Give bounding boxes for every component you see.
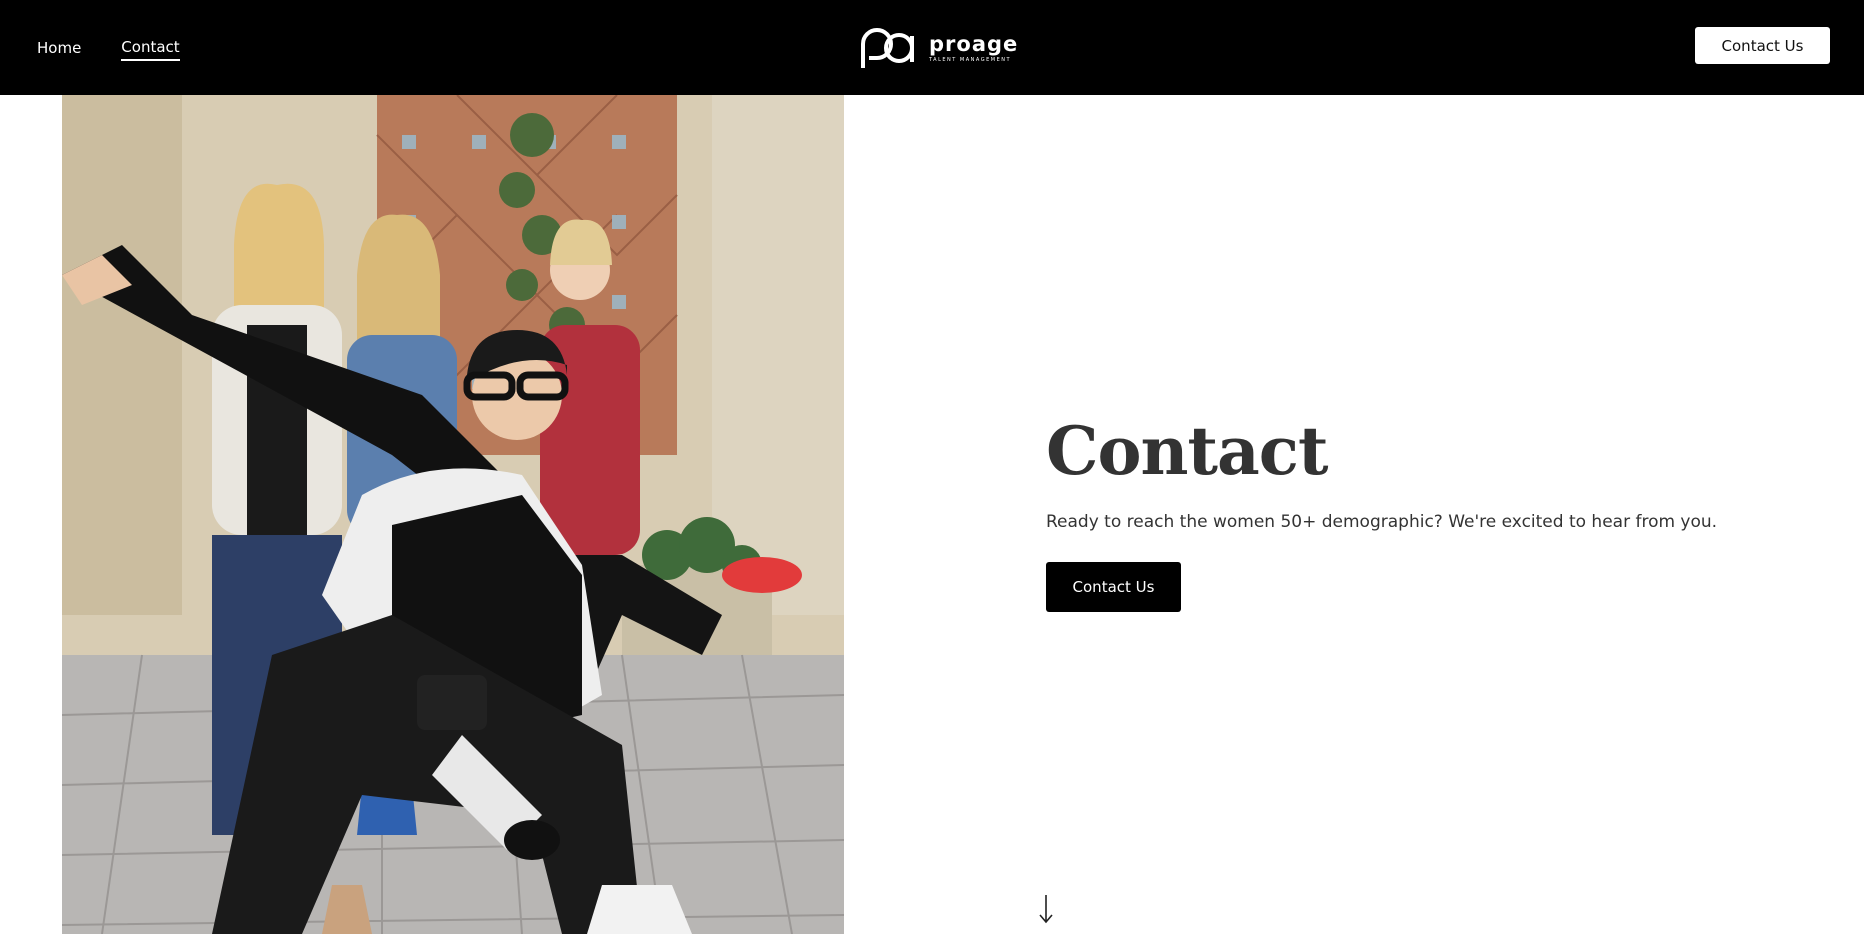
pa-monogram-icon	[861, 28, 914, 68]
page-title: Contact	[1046, 412, 1328, 490]
logo-wordmark: proage	[929, 31, 1019, 56]
nav-contact-link[interactable]: Contact	[121, 34, 180, 61]
hero-photo	[62, 95, 844, 934]
main-nav: Home Contact	[37, 0, 180, 95]
contact-intro: Contact Ready to reach the women 50+ dem…	[1046, 415, 1806, 612]
nav-home-link[interactable]: Home	[37, 35, 81, 61]
logo-subtitle: TALENT MANAGEMENT	[929, 56, 1012, 63]
brand-logo[interactable]: proage TALENT MANAGEMENT	[857, 18, 1018, 78]
site-header: Home Contact proage TALENT MANAGEMENT Co…	[0, 0, 1864, 95]
header-contact-button[interactable]: Contact Us	[1695, 27, 1830, 64]
arrow-down-icon[interactable]	[1038, 893, 1054, 925]
contact-us-button[interactable]: Contact Us	[1046, 561, 1181, 612]
group-photo-image	[62, 95, 844, 934]
intro-text: Ready to reach the women 50+ demographic…	[1046, 511, 1718, 532]
